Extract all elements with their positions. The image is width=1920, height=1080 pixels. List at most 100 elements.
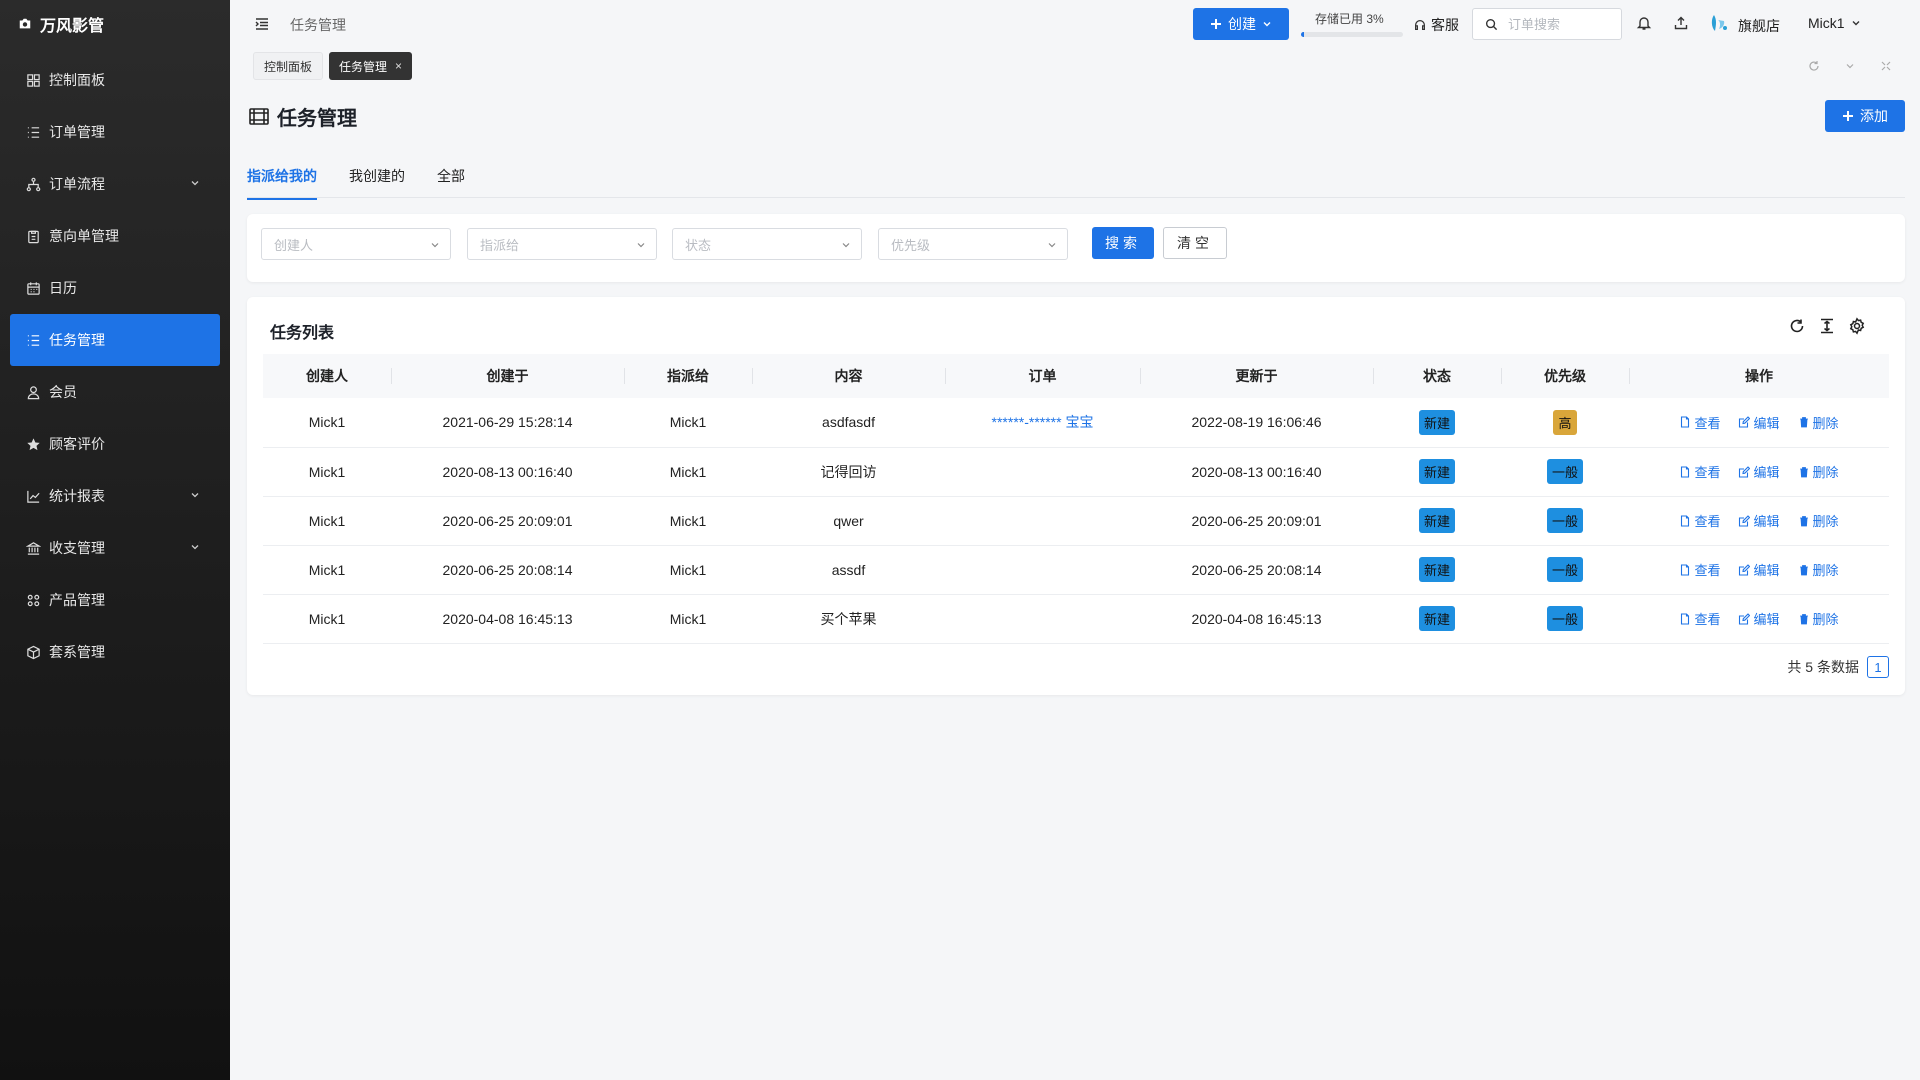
table-row[interactable]: Mick1 2020-06-25 20:09:01 Mick1 qwer 2020-06… [263,496,1889,546]
cell-actions: 查看 编辑 删除 [1629,594,1889,644]
column-header[interactable]: 订单 [945,354,1140,398]
refresh-icon[interactable] [1808,60,1820,72]
edit-button[interactable]: 编辑 [1738,609,1780,628]
add-button[interactable]: 添加 [1825,100,1905,132]
tab-all[interactable]: 全部 [437,166,465,198]
cell-created-at: 2020-08-13 00:16:40 [391,447,624,497]
sidebar-item-reviews[interactable]: 顾客评价 [0,418,230,470]
table-row[interactable]: Mick1 2020-06-25 20:08:14 Mick1 assdf 2020-0… [263,545,1889,595]
tab-assigned-to-me[interactable]: 指派给我的 [247,166,317,200]
menu-fold-icon[interactable] [254,16,270,32]
cell-updated-at: 2020-04-08 16:45:13 [1140,594,1373,644]
refresh-icon[interactable] [1788,317,1806,335]
cell-content: 记得回访 [752,447,945,497]
table-row[interactable]: Mick1 2020-08-13 00:16:40 Mick1 记得回访 2020-08… [263,447,1889,497]
brand[interactable]: 万风影管 [0,0,230,48]
delete-label: 删除 [1812,514,1839,529]
column-header[interactable]: 内容 [752,354,945,398]
status-select[interactable]: 状态 [672,228,862,260]
delete-button[interactable]: 删除 [1798,560,1839,579]
store-name[interactable]: 旗舰店 [1738,16,1780,36]
view-button[interactable]: 查看 [1679,462,1720,481]
column-header[interactable]: 更新于 [1140,354,1373,398]
gear-icon[interactable] [1848,317,1866,335]
column-header[interactable]: 优先级 [1501,354,1629,398]
upload-icon[interactable] [1673,15,1689,31]
bell-icon[interactable] [1636,15,1652,31]
column-header[interactable]: 指派给 [624,354,752,398]
chevron-down-icon [637,243,645,248]
column-header[interactable]: 创建人 [263,354,391,398]
edit-button[interactable]: 编辑 [1738,462,1780,481]
cell-priority: 一般 [1501,545,1629,595]
tab-created-by-me[interactable]: 我创建的 [349,166,405,198]
sidebar-item-finance[interactable]: 收支管理 [0,522,230,574]
sidebar-item-orders[interactable]: 订单管理 [0,106,230,158]
file-icon [1681,563,1690,576]
sidebar-item-members[interactable]: 会员 [0,366,230,418]
sidebar-item-tasks[interactable]: 任务管理 [10,314,220,366]
sidebar-nav: 控制面板 订单管理 订单流程 意向单管理 日历 任务管理 会员 顾客评价 统计报… [0,54,230,678]
priority-select[interactable]: 优先级 [878,228,1068,260]
select-placeholder: 指派给 [480,237,520,253]
priority-badge: 一般 [1546,459,1583,484]
assignee-select[interactable]: 指派给 [467,228,657,260]
search-button[interactable]: 搜索 [1092,227,1154,259]
sidebar-item-label: 产品管理 [49,592,105,608]
user-menu[interactable]: Mick1 [1808,15,1861,31]
edit-button[interactable]: 编辑 [1738,511,1780,530]
fullscreen-icon[interactable] [1880,60,1892,72]
view-button[interactable]: 查看 [1679,511,1720,530]
sidebar-item-reports[interactable]: 统计报表 [0,470,230,522]
view-button[interactable]: 查看 [1679,609,1720,628]
status-badge: 新建 [1418,508,1455,533]
create-button[interactable]: 创建 [1193,8,1289,40]
camera-icon [19,18,31,29]
order-search[interactable] [1472,8,1622,40]
cell-created-at: 2020-06-25 20:09:01 [391,496,624,546]
sidebar-item-calendar[interactable]: 日历 [0,262,230,314]
sidebar-item-products[interactable]: 产品管理 [0,574,230,626]
cell-created-at: 2020-06-25 20:08:14 [391,545,624,595]
select-placeholder: 创建人 [274,237,314,253]
close-icon[interactable]: × [395,59,402,73]
edit-button[interactable]: 编辑 [1738,413,1780,432]
clear-button[interactable]: 清空 [1163,227,1227,259]
storage-label: 存储已用 3% [1315,12,1384,26]
view-label: 查看 [1694,514,1721,529]
delete-button[interactable]: 删除 [1798,609,1839,628]
storage-bar [1301,32,1403,37]
column-header[interactable]: 状态 [1373,354,1501,398]
cell-creator: Mick1 [263,447,391,497]
tag-dashboard[interactable]: 控制面板 [253,52,324,80]
order-link[interactable]: ******-****** 宝宝 [992,414,1094,430]
chevron-down-icon [191,181,199,186]
delete-button[interactable]: 删除 [1798,462,1839,481]
file-icon [1681,514,1690,527]
sidebar-item-intent[interactable]: 意向单管理 [0,210,230,262]
filter-tabs: 指派给我的 我创建的 全部 [247,152,1905,200]
table-row[interactable]: Mick1 2021-06-29 15:28:14 Mick1 asdfasdf ***… [263,398,1889,448]
tag-tasks[interactable]: 任务管理 × [329,52,413,80]
view-button[interactable]: 查看 [1679,413,1720,432]
view-button[interactable]: 查看 [1679,560,1720,579]
cell-order [945,447,1140,497]
sidebar-item-dashboard[interactable]: 控制面板 [0,54,230,106]
plus-icon [1211,19,1221,29]
status-badge: 新建 [1418,409,1455,435]
table-row[interactable]: Mick1 2020-04-08 16:45:13 Mick1 买个苹果 2020-04… [263,594,1889,644]
edit-button[interactable]: 编辑 [1738,560,1780,579]
chevron-down-icon[interactable] [1844,60,1856,72]
search-input[interactable] [1508,16,1608,32]
column-header[interactable]: 创建于 [391,354,624,398]
delete-button[interactable]: 删除 [1798,413,1839,432]
support-button[interactable]: 客服 [1413,15,1459,35]
sidebar-item-order-flow[interactable]: 订单流程 [0,158,230,210]
sidebar-item-label: 统计报表 [49,488,105,504]
task-table: 创建人 创建于 指派给 内容 订单 更新于 状态 优先级 操作 Mick1 202… [263,354,1889,644]
page-button[interactable]: 1 [1867,656,1889,678]
sidebar-item-packages[interactable]: 套系管理 [0,626,230,678]
delete-button[interactable]: 删除 [1798,511,1839,530]
creator-select[interactable]: 创建人 [261,228,451,260]
column-height-icon[interactable] [1818,317,1836,335]
